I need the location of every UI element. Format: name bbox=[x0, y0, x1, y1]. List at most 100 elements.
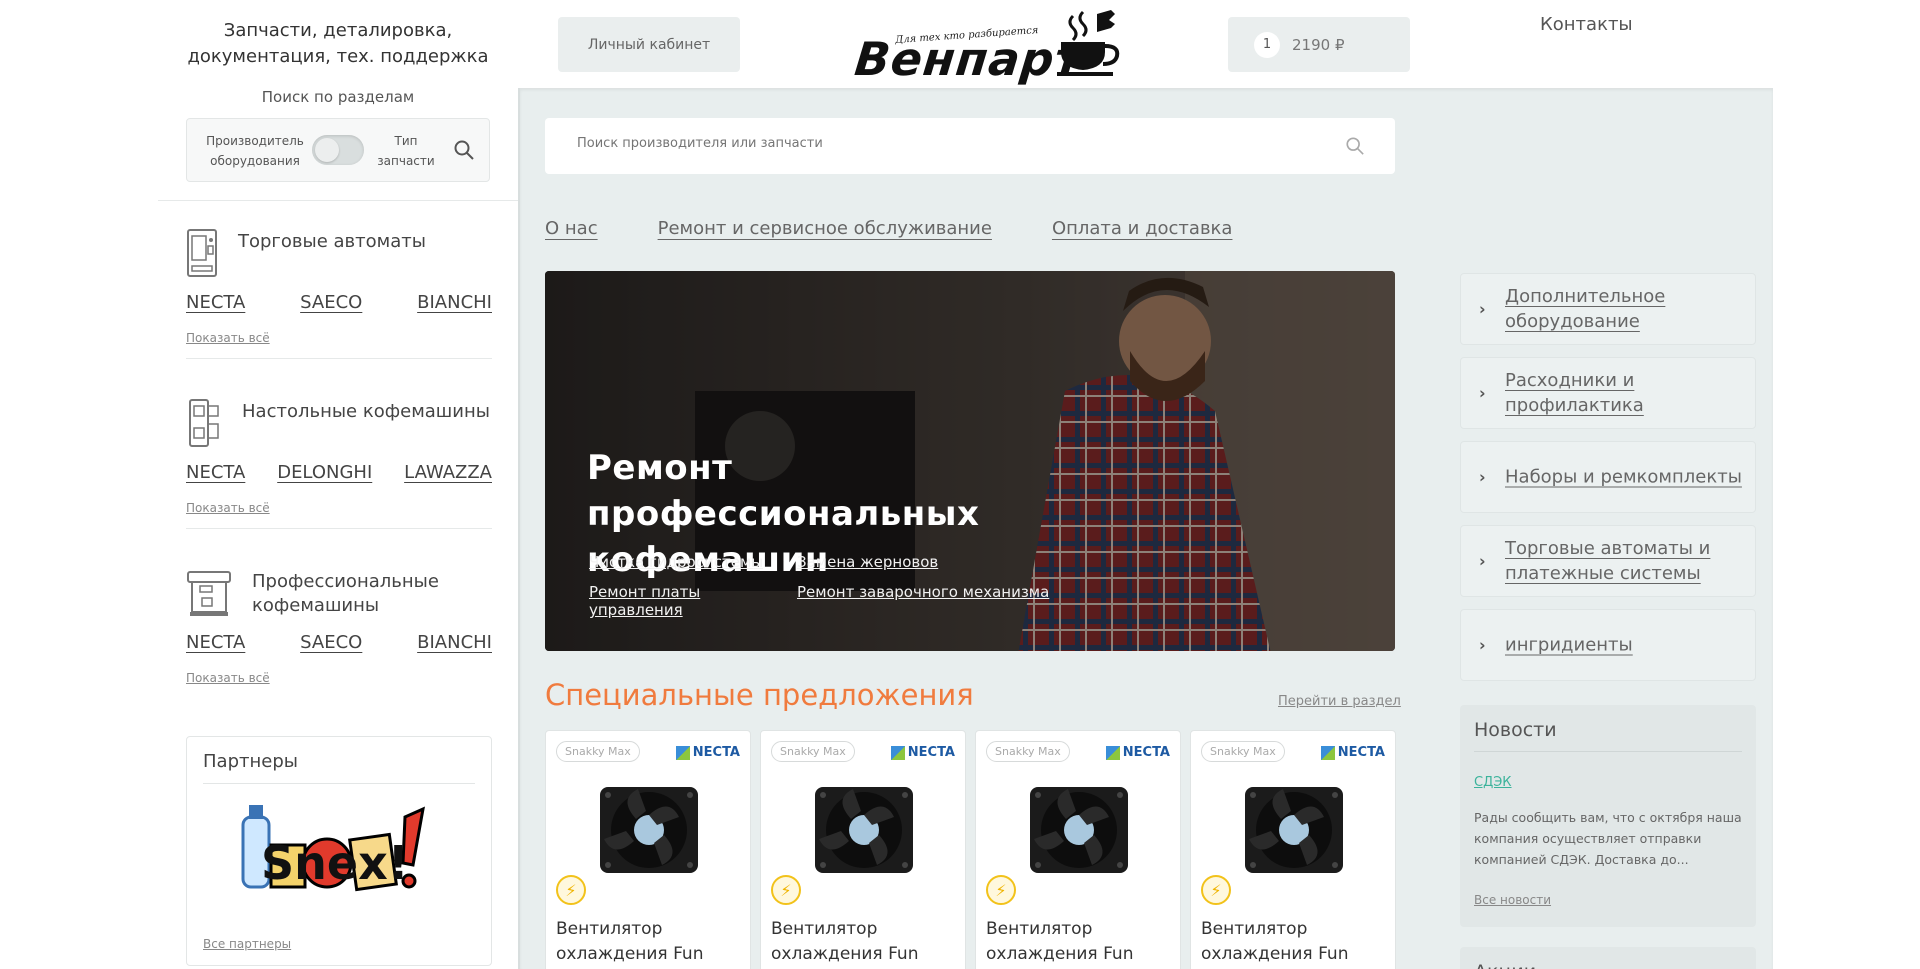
nav-about[interactable]: О нас bbox=[545, 218, 598, 239]
left-sidebar: Поиск по разделам Производитель оборудов… bbox=[158, 88, 518, 969]
promotions-title: Акции bbox=[1474, 961, 1536, 969]
search-icon[interactable] bbox=[453, 139, 475, 165]
all-partners-link[interactable]: Все партнеры bbox=[203, 937, 291, 951]
chevron-right-icon: › bbox=[1479, 467, 1486, 487]
product-name[interactable]: Вентилятор охлаждения Fun bbox=[986, 917, 1172, 967]
brand-link-bianchi[interactable]: BIANCHI bbox=[417, 632, 492, 653]
personal-account-button[interactable]: Личный кабинет bbox=[558, 17, 740, 72]
product-cards: Snakky Max NECTA ⚡ Вентилятор охлаждения… bbox=[545, 730, 1397, 969]
fan-product-image bbox=[815, 787, 913, 873]
hero-link[interactable]: Замена жерновов bbox=[797, 553, 1057, 571]
section-search-toggle-box: Производитель оборудования Тип запчасти bbox=[186, 118, 490, 182]
right-category-label: Расходники и профилактика bbox=[1505, 370, 1644, 416]
brand-link-saeco[interactable]: SAECO bbox=[300, 632, 362, 653]
toggle-label-manufacturer[interactable]: Производитель оборудования bbox=[201, 131, 309, 171]
category-desktop-coffee-machines: Настольные кофемашины NECTA DELONGHI LAW… bbox=[186, 398, 492, 529]
product-name[interactable]: Вентилятор охлаждения Fun bbox=[556, 917, 742, 967]
all-news-link[interactable]: Все новости bbox=[1474, 893, 1551, 907]
brand-name: NECTA bbox=[1337, 745, 1385, 760]
right-category-vending-payment[interactable]: › Торговые автоматы и платежные системы bbox=[1460, 525, 1756, 597]
model-badge: Snakky Max bbox=[556, 741, 640, 762]
fan-product-image bbox=[1245, 787, 1343, 873]
right-category-ingredients[interactable]: › ингридиенты bbox=[1460, 609, 1756, 681]
fan-product-image bbox=[1030, 787, 1128, 873]
chevron-right-icon: › bbox=[1479, 551, 1486, 571]
category-title[interactable]: Настольные кофемашины bbox=[242, 400, 490, 424]
divider bbox=[1474, 751, 1742, 752]
hero-link[interactable]: Ремонт заварочного механизма bbox=[797, 583, 1057, 619]
coffee-cup-icon bbox=[1057, 10, 1120, 76]
model-badge: Snakky Max bbox=[1201, 741, 1285, 762]
product-card[interactable]: Snakky Max NECTA ⚡ Вентилятор охлаждения… bbox=[975, 730, 1181, 969]
toggle-label-part-type[interactable]: Тип запчасти bbox=[375, 131, 437, 171]
show-all-link[interactable]: Показать всё bbox=[186, 671, 270, 685]
lightning-icon: ⚡ bbox=[556, 875, 586, 905]
fan-product-image bbox=[600, 787, 698, 873]
show-all-link[interactable]: Показать всё bbox=[186, 501, 270, 515]
cart-count-badge: 1 bbox=[1254, 31, 1280, 58]
category-professional-coffee-machines: Профессиональные кофемашины NECTA SAECO … bbox=[186, 568, 492, 686]
site-logo[interactable]: Для тех кто разбирается Венпарт bbox=[835, 6, 1130, 88]
news-title: Новости bbox=[1474, 719, 1557, 741]
brand-link-necta[interactable]: NECTA bbox=[186, 292, 245, 313]
brand-logo: NECTA bbox=[890, 745, 955, 760]
right-category-label: Наборы и ремкомплекты bbox=[1505, 466, 1742, 488]
brand-link-necta[interactable]: NECTA bbox=[186, 462, 245, 483]
hero-link[interactable]: Чистка гидросистемы bbox=[589, 553, 797, 571]
brand-link-necta[interactable]: NECTA bbox=[186, 632, 245, 653]
news-block: Новости СДЭК Рады сообщить вам, что с ок… bbox=[1460, 705, 1756, 927]
promotions-block: Акции bbox=[1460, 947, 1756, 969]
chevron-right-icon: › bbox=[1479, 299, 1486, 319]
right-category-consumables[interactable]: › Расходники и профилактика bbox=[1460, 357, 1756, 429]
brand-name: NECTA bbox=[907, 745, 955, 760]
partner-logo[interactable]: Snex! bbox=[237, 797, 437, 911]
necta-logo-icon bbox=[1105, 745, 1120, 760]
product-name[interactable]: Вентилятор охлаждения Fun bbox=[771, 917, 957, 967]
chevron-right-icon: › bbox=[1479, 635, 1486, 655]
right-category-label: Торговые автоматы и платежные системы bbox=[1505, 538, 1711, 584]
show-all-link[interactable]: Показать всё bbox=[186, 331, 270, 345]
hero-banner[interactable]: Ремонт профессиональных кофемашин Чистка… bbox=[545, 271, 1395, 651]
brand-link-saeco[interactable]: SAECO bbox=[300, 292, 362, 313]
category-vending-machines: Торговые автоматы NECTA SAECO BIANCHI По… bbox=[186, 228, 492, 359]
product-card[interactable]: Snakky Max NECTA ⚡ Вентилятор охлаждения… bbox=[1190, 730, 1396, 969]
divider bbox=[158, 200, 518, 201]
necta-logo-icon bbox=[1320, 745, 1335, 760]
brand-link-delonghi[interactable]: DELONGHI bbox=[277, 462, 372, 483]
divider bbox=[186, 528, 492, 529]
search-icon[interactable] bbox=[1345, 136, 1365, 160]
brand-link-bianchi[interactable]: BIANCHI bbox=[417, 292, 492, 313]
product-card[interactable]: Snakky Max NECTA ⚡ Вентилятор охлаждения… bbox=[545, 730, 751, 969]
necta-logo-icon bbox=[890, 745, 905, 760]
divider bbox=[186, 358, 492, 359]
search-mode-toggle[interactable] bbox=[312, 135, 364, 165]
site-tagline: Запчасти, деталировка, документация, тех… bbox=[187, 20, 489, 67]
hero-link[interactable]: Ремонт платы управления bbox=[589, 583, 797, 619]
nav-repair-service[interactable]: Ремонт и сервисное обслуживание bbox=[658, 218, 992, 239]
brand-logo: NECTA bbox=[675, 745, 740, 760]
nav-payment-delivery[interactable]: Оплата и доставка bbox=[1052, 218, 1233, 239]
search-input[interactable] bbox=[577, 136, 1277, 151]
brand-name: NECTA bbox=[1122, 745, 1170, 760]
right-category-repair-kits[interactable]: › Наборы и ремкомплекты bbox=[1460, 441, 1756, 513]
brand-logo: NECTA bbox=[1320, 745, 1385, 760]
category-title[interactable]: Профессиональные кофемашины bbox=[252, 570, 492, 618]
go-to-section-link[interactable]: Перейти в раздел bbox=[1278, 694, 1401, 709]
lightning-icon: ⚡ bbox=[1201, 875, 1231, 905]
product-name[interactable]: Вентилятор охлаждения Fun bbox=[1201, 917, 1387, 967]
right-category-additional-equipment[interactable]: › Дополнительное оборудование bbox=[1460, 273, 1756, 345]
product-search-bar bbox=[545, 118, 1395, 174]
product-card[interactable]: Snakky Max NECTA ⚡ Вентилятор охлаждения… bbox=[760, 730, 966, 969]
section-search-title: Поиск по разделам bbox=[261, 88, 415, 106]
news-item-link[interactable]: СДЭК bbox=[1474, 775, 1512, 790]
contacts-link[interactable]: Контакты bbox=[1540, 14, 1633, 35]
brand-name: NECTA bbox=[692, 745, 740, 760]
logo-brand: Венпарт bbox=[852, 32, 1086, 86]
category-title[interactable]: Торговые автоматы bbox=[238, 230, 426, 254]
header: Запчасти, деталировка, документация, тех… bbox=[0, 0, 1920, 90]
special-offers-title: Специальные предложения bbox=[545, 678, 974, 712]
right-category-label: Дополнительное оборудование bbox=[1505, 286, 1666, 332]
brand-link-lawazza[interactable]: LAWAZZA bbox=[404, 462, 492, 483]
right-category-label: ингридиенты bbox=[1505, 634, 1633, 656]
cart-button[interactable]: 1 2190 ₽ bbox=[1228, 17, 1410, 72]
